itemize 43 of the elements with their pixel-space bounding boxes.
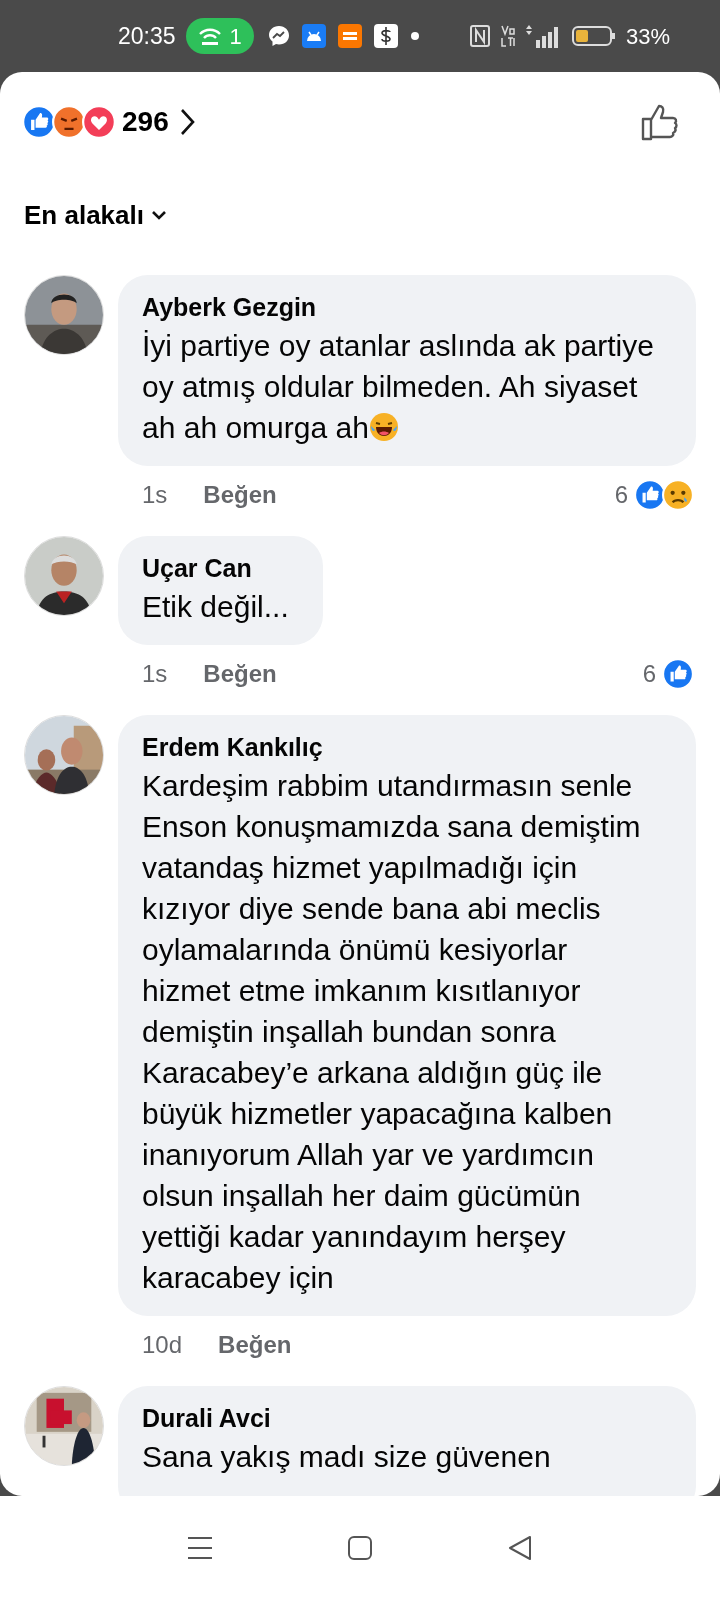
like-link[interactable]: Beğen xyxy=(218,1327,292,1363)
like-reaction-icon xyxy=(662,658,694,690)
volte-icon xyxy=(499,24,516,48)
comment-author[interactable]: Durali Avci xyxy=(142,1400,672,1436)
comment-author[interactable]: Ayberk Gezgin xyxy=(142,289,672,325)
home-icon[interactable] xyxy=(347,1535,373,1561)
battery-icon xyxy=(571,25,616,47)
chevron-right-icon[interactable] xyxy=(178,108,195,136)
clock-time: 20:35 xyxy=(118,21,176,51)
messenger-icon xyxy=(267,25,290,47)
comment-text: Kardeşim rabbim utandırmasın senle Enson konuşmamızda sana demiştim vatandaş hizmet yapılmadığı için kızıyor diye sende bana abi meclis oylamalarında önümü kesiyorlar hizmet etme imkanım kısıtlanıyor demiştin inşallah bundan sonra Karacabey’e arkana aldığın güç ile büyük hizmetler yapacağına kalben inanıyorum Allah yar ve yardımcın olsun inşallah her daim gücümün yettiği kadar yanındayım herşey karacabey için xyxy=(142,768,642,1296)
comment-author[interactable]: Uçar Can xyxy=(142,550,299,586)
comment-time: 1s xyxy=(142,659,168,689)
like-reaction-icon xyxy=(634,479,666,511)
comment-time: 10d xyxy=(142,1330,183,1360)
comment-time: 1s xyxy=(142,480,168,510)
reaction-count[interactable]: 6 xyxy=(614,477,628,513)
like-link[interactable]: Beğen xyxy=(203,656,277,692)
dot-icon xyxy=(409,31,420,41)
android-app-icon xyxy=(301,24,326,48)
like-link[interactable]: Beğen xyxy=(203,477,277,513)
laughing-face-icon xyxy=(368,412,399,442)
reaction-count[interactable]: 296 xyxy=(122,101,169,143)
sad-face-icon xyxy=(662,479,694,511)
comment-text: Etik değil... xyxy=(142,589,290,625)
comment-text: Sana yakış madı size güvenen xyxy=(142,1439,552,1475)
sort-dropdown[interactable]: En alakalı xyxy=(24,196,166,235)
dollar-app-icon xyxy=(373,24,398,48)
reaction-count[interactable]: 6 xyxy=(642,656,656,692)
angry-face-icon xyxy=(52,105,86,139)
menu-icon[interactable] xyxy=(187,1536,213,1560)
heart-reaction-icon xyxy=(82,105,116,139)
comment-author[interactable]: Erdem Kankılıç xyxy=(142,729,672,765)
hotspot-count: 1 xyxy=(229,22,242,51)
chevron-down-icon xyxy=(151,210,166,221)
thumbs-up-icon[interactable] xyxy=(640,102,680,142)
comment-text: İyi partiye oy atanlar aslında ak partiye oy atmış oldular bilmeden. Ah siyaset ah ah omurga ah xyxy=(142,328,655,446)
battery-percent: 33% xyxy=(625,22,670,51)
back-icon[interactable] xyxy=(507,1535,533,1561)
hotspot-icon xyxy=(197,26,222,46)
shopping-app-icon xyxy=(337,24,362,48)
like-reaction-icon xyxy=(22,105,56,139)
nfc-icon xyxy=(469,25,490,47)
